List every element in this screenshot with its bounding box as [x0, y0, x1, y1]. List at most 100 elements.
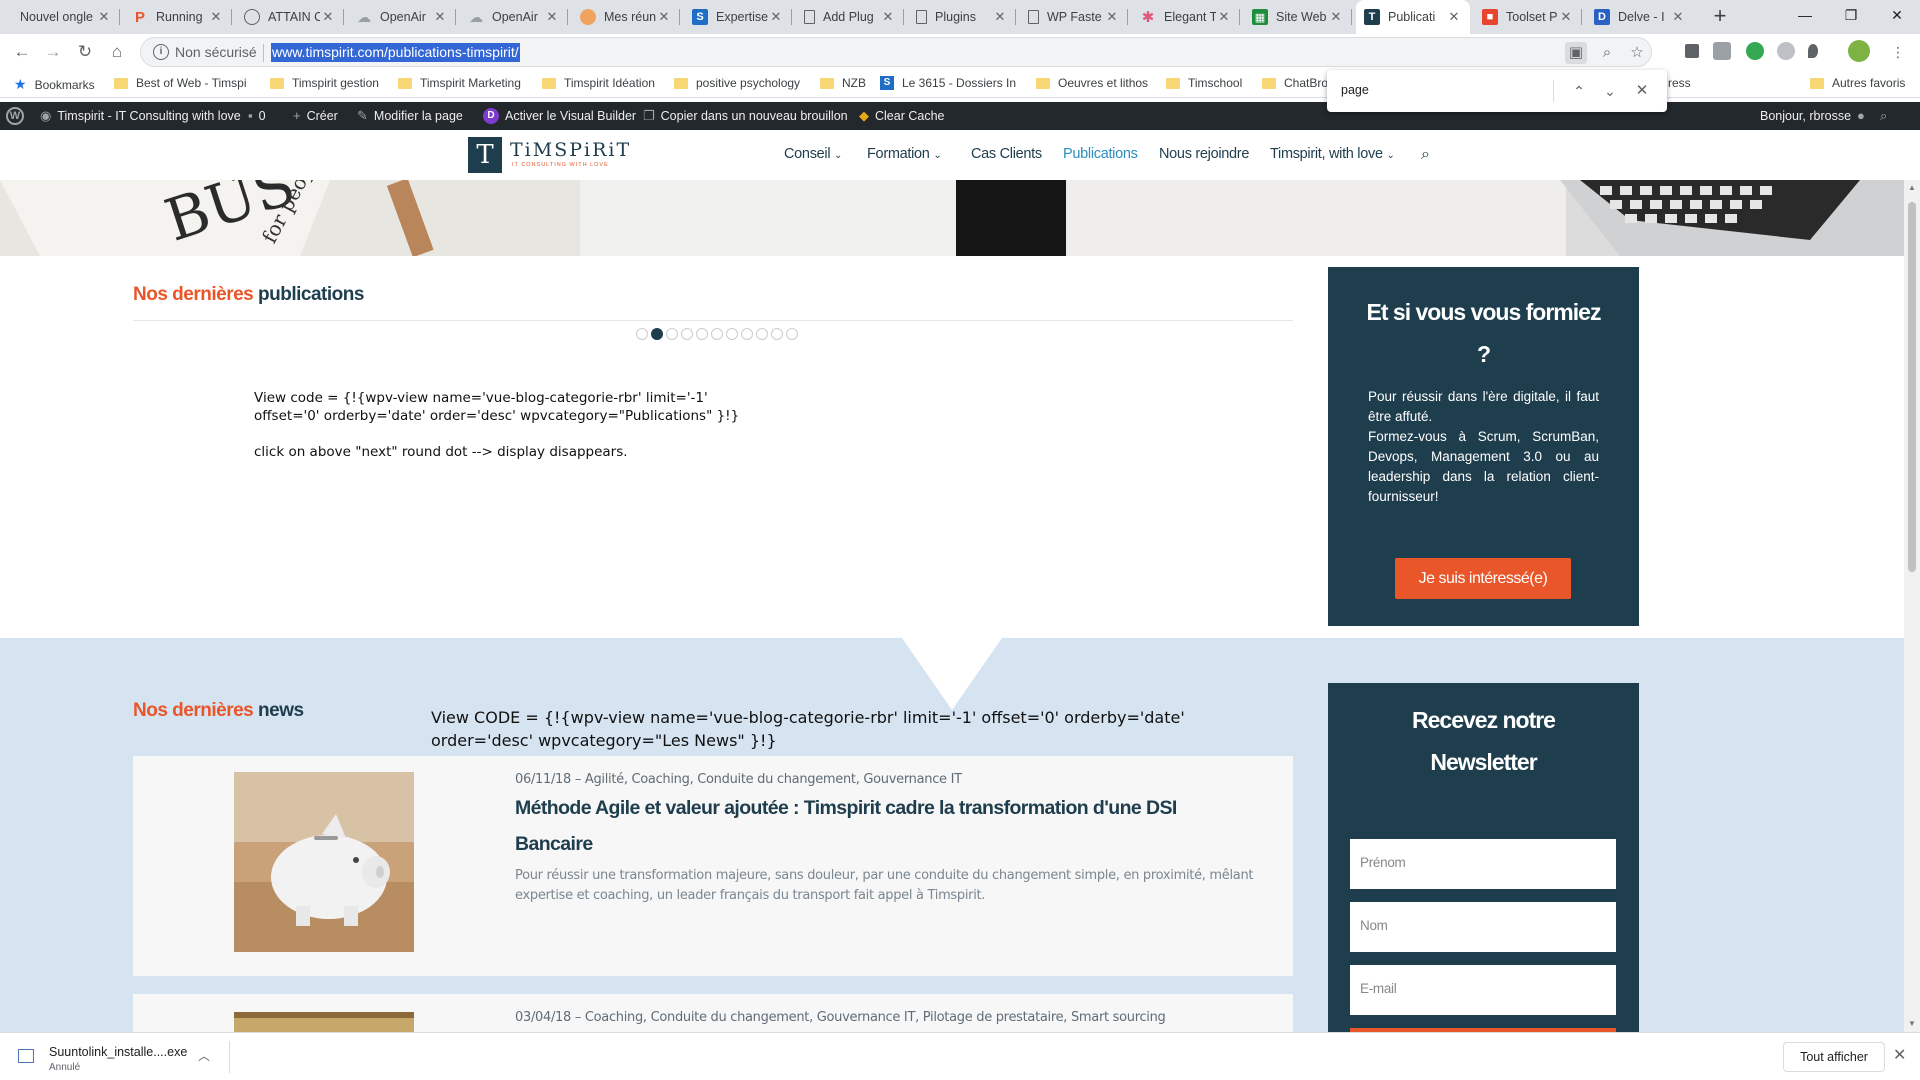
- pager-dot[interactable]: [666, 328, 678, 340]
- close-tab-icon[interactable]: ✕: [320, 9, 336, 25]
- menu-item-publications[interactable]: Publications: [1063, 146, 1138, 162]
- bookmark-item[interactable]: NZB: [820, 76, 866, 90]
- menu-item-nous-rejoindre[interactable]: Nous rejoindre: [1159, 146, 1249, 162]
- pager-dot[interactable]: [756, 328, 768, 340]
- menu-item-conseil[interactable]: Conseil ⌄: [784, 146, 842, 162]
- tab[interactable]: ☁ OpenAir ✕: [348, 0, 456, 34]
- bookmark-item[interactable]: Timspirit Marketing: [398, 76, 521, 90]
- close-tab-icon[interactable]: ✕: [768, 9, 784, 25]
- page-scrollbar[interactable]: ▲ ▼: [1904, 180, 1920, 1032]
- first-name-field[interactable]: Prénom: [1350, 839, 1616, 889]
- bookmark-item[interactable]: Oeuvres et lithos: [1036, 76, 1148, 90]
- last-name-field[interactable]: Nom: [1350, 902, 1616, 952]
- download-filename[interactable]: Suuntolink_installe....exe: [49, 1045, 187, 1059]
- bookmark-item[interactable]: ★ Bookmarks: [14, 76, 95, 93]
- wp-copy-draft-link[interactable]: ❐ Copier dans un nouveau brouillon: [643, 102, 848, 130]
- page-search-icon[interactable]: ▣: [1565, 42, 1587, 64]
- close-icon[interactable]: ✕: [1893, 1045, 1906, 1065]
- bookmark-item[interactable]: positive psychology: [674, 76, 800, 90]
- pager-dot[interactable]: [636, 328, 648, 340]
- wordpress-logo-icon[interactable]: W: [6, 102, 30, 130]
- pager-dot-active[interactable]: [651, 328, 663, 340]
- extension-grey-icon[interactable]: [1777, 42, 1795, 60]
- wp-site-link[interactable]: ◉ Timspirit - IT Consulting with love: [40, 102, 241, 130]
- wp-search-icon[interactable]: ⌕: [1880, 102, 1893, 130]
- pager-dot[interactable]: [711, 328, 723, 340]
- pager-dot[interactable]: [681, 328, 693, 340]
- tab-active[interactable]: T Publicati ✕: [1356, 0, 1470, 34]
- avatar[interactable]: [1848, 40, 1870, 62]
- menu-item-cas-clients[interactable]: Cas Clients: [971, 146, 1042, 162]
- tab[interactable]: Nouvel ongle ✕: [12, 0, 120, 34]
- info-icon[interactable]: i: [153, 44, 169, 60]
- bookmark-item[interactable]: Timschool: [1166, 76, 1242, 90]
- pager-dot[interactable]: [696, 328, 708, 340]
- tab[interactable]: ATTAIN C ✕: [236, 0, 344, 34]
- pager-dot[interactable]: [741, 328, 753, 340]
- address-bar[interactable]: i Non sécurisé www.timspirit.com/publica…: [140, 37, 1652, 67]
- extension-pin-icon[interactable]: [1808, 44, 1818, 58]
- tab[interactable]: D Delve - I ✕: [1586, 0, 1694, 34]
- back-icon[interactable]: ←: [10, 40, 34, 64]
- pager-dot[interactable]: [786, 328, 798, 340]
- pager-dot[interactable]: [726, 328, 738, 340]
- bookmark-item[interactable]: S Le 3615 - Dossiers In: [880, 76, 1018, 90]
- search-icon[interactable]: ⌕: [1421, 146, 1430, 164]
- close-tab-icon[interactable]: ✕: [432, 9, 448, 25]
- restore-icon[interactable]: ❐: [1828, 0, 1874, 30]
- tab[interactable]: WP Faste ✕: [1020, 0, 1128, 34]
- close-tab-icon[interactable]: ✕: [992, 9, 1008, 25]
- show-all-downloads-button[interactable]: Tout afficher: [1783, 1042, 1885, 1072]
- close-tab-icon[interactable]: ✕: [880, 9, 896, 25]
- close-window-icon[interactable]: ✕: [1874, 0, 1920, 30]
- close-tab-icon[interactable]: ✕: [1328, 9, 1344, 25]
- chevron-down-icon[interactable]: ⌄: [1598, 79, 1622, 103]
- close-icon[interactable]: ✕: [1630, 79, 1654, 103]
- bookmark-item[interactable]: Best of Web - Timspi: [114, 76, 256, 90]
- menu-kebab-icon[interactable]: ⋮: [1886, 40, 1910, 64]
- news-card[interactable]: 03/04/18 – Coaching, Conduite du changem…: [133, 994, 1293, 1032]
- chevron-up-icon[interactable]: ⌃: [1567, 79, 1591, 103]
- close-tab-icon[interactable]: ✕: [1446, 9, 1462, 25]
- bookmark-item[interactable]: Timspirit gestion: [270, 76, 379, 90]
- wp-comments-link[interactable]: ▪ 0: [248, 102, 266, 130]
- close-tab-icon[interactable]: ✕: [1558, 9, 1574, 25]
- reload-icon[interactable]: ↻: [73, 40, 97, 64]
- wp-edit-link[interactable]: ✎ Modifier la page: [357, 102, 463, 130]
- email-field[interactable]: E-mail: [1350, 965, 1616, 1015]
- close-tab-icon[interactable]: ✕: [656, 9, 672, 25]
- news-card[interactable]: 06/11/18 – Agilité, Coaching, Conduite d…: [133, 756, 1293, 976]
- new-tab-button[interactable]: +: [1707, 4, 1733, 30]
- scroll-thumb[interactable]: [1908, 202, 1916, 572]
- url-text[interactable]: www.timspirit.com/publications-timspirit…: [271, 43, 520, 62]
- bookmark-star-icon[interactable]: ☆: [1626, 42, 1648, 64]
- tab[interactable]: ■ Toolset P ✕: [1474, 0, 1582, 34]
- bookmark-item[interactable]: Timspirit Idéation: [542, 76, 655, 90]
- menu-item-timspirit[interactable]: Timspirit, with love ⌄: [1270, 146, 1395, 162]
- find-input[interactable]: page: [1341, 83, 1369, 97]
- tab[interactable]: ☁ OpenAir ✕: [460, 0, 568, 34]
- minimize-icon[interactable]: —: [1782, 0, 1828, 30]
- tab[interactable]: ▦ Site Web ✕: [1244, 0, 1352, 34]
- tab[interactable]: Add Plug ✕: [796, 0, 904, 34]
- bookmark-item[interactable]: ChatBro: [1262, 76, 1328, 90]
- interested-button[interactable]: Je suis intéressé(e): [1395, 558, 1571, 599]
- extension-green-icon[interactable]: [1746, 42, 1764, 60]
- chevron-up-icon[interactable]: ︿: [198, 1047, 210, 1064]
- close-tab-icon[interactable]: ✕: [208, 9, 224, 25]
- logo[interactable]: T: [468, 137, 502, 173]
- wp-clear-cache-link[interactable]: ◆ Clear Cache: [859, 102, 944, 130]
- home-icon[interactable]: ⌂: [105, 40, 129, 64]
- close-tab-icon[interactable]: ✕: [1216, 9, 1232, 25]
- close-tab-icon[interactable]: ✕: [1670, 9, 1686, 25]
- bookmark-item[interactable]: Autres favoris: [1810, 76, 1905, 90]
- close-tab-icon[interactable]: ✕: [1104, 9, 1120, 25]
- menu-item-formation[interactable]: Formation ⌄: [867, 146, 942, 162]
- security-label[interactable]: Non sécurisé: [175, 44, 257, 60]
- extension-g-icon[interactable]: [1713, 42, 1731, 60]
- tab[interactable]: P Running ✕: [124, 0, 232, 34]
- wp-account-link[interactable]: Bonjour, rbrosse ●: [1760, 102, 1871, 130]
- wp-create-link[interactable]: + Créer: [293, 102, 338, 130]
- scroll-down-icon[interactable]: ▼: [1904, 1016, 1920, 1032]
- zoom-icon[interactable]: ⌕: [1596, 42, 1618, 64]
